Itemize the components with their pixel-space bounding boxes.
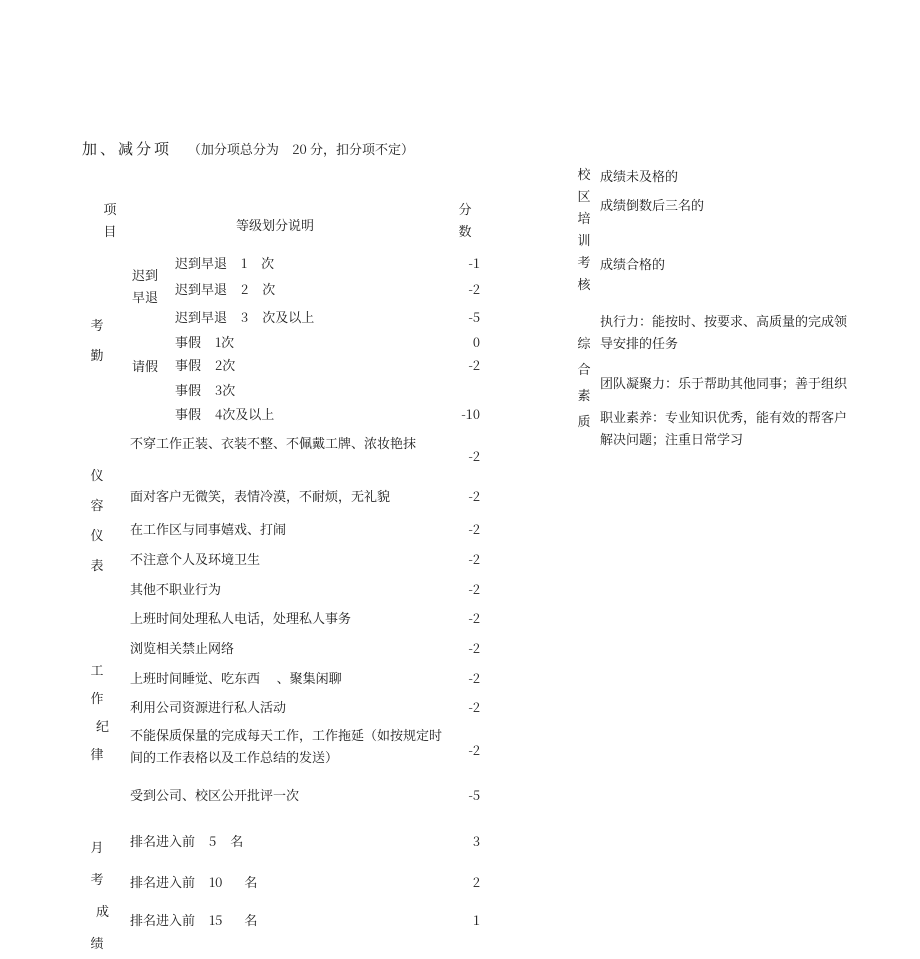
right-xq-2: 成绩倒数后三名的: [600, 194, 855, 216]
row-gz-1-score: -2: [440, 608, 480, 627]
header-score: 分 数: [455, 198, 475, 242]
right-xq-3: 成绩合格的: [600, 253, 855, 275]
title-line: 加、减分项 （加分项总分为 20 分，扣分项不定）: [82, 138, 414, 159]
row-yr-4-desc: 不注意个人及环境卫生: [130, 549, 450, 568]
document-page: 加、减分项 （加分项总分为 20 分，扣分项不定） 项 目 等级划分说明 分 数…: [0, 0, 920, 948]
row-gz-2-desc: 浏览相关禁止网络: [130, 638, 450, 657]
cat-gongzuo: 工作纪律: [88, 656, 106, 768]
row-gz-3-score: -2: [440, 668, 480, 687]
row-kq-5-desc: 事假2次: [175, 355, 455, 374]
row-kq-7-desc: 事假4次及以上: [175, 404, 455, 423]
title-sub-points: 20: [292, 139, 307, 158]
row-yr-1-score: -2: [440, 446, 480, 465]
sub-leave: 请假: [130, 355, 160, 377]
row-kq-2-score: -2: [440, 279, 480, 298]
sub-late: 迟到 早退: [130, 264, 160, 308]
title-sub: （加分项总分为 20 分，扣分项不定）: [188, 139, 414, 158]
row-gz-4-desc: 利用公司资源进行私人活动: [130, 697, 450, 716]
row-gz-1-desc: 上班时间处理私人电话，处理私人事务: [130, 608, 450, 627]
row-yr-5-score: -2: [440, 579, 480, 598]
header-desc: 等级划分说明: [190, 215, 360, 234]
right-zh-1: 执行力：能按时、按要求、高质量的完成领导安排的任务: [600, 310, 855, 354]
row-kq-7-score: -10: [440, 404, 480, 423]
cat-zonghe: 综 合 素 质: [575, 330, 593, 434]
row-yk-1-desc: 排名进入前5名: [130, 831, 450, 850]
row-gz-5-desc: 不能保质保量的完成每天工作，工作拖延（如按规定时间的工作表格以及工作总结的发送）: [130, 724, 450, 768]
row-gz-5-score: -2: [440, 740, 480, 759]
cat-yirong: 仪 容 仪 表: [88, 460, 106, 580]
row-yr-4-score: -2: [440, 549, 480, 568]
row-yk-2-desc: 排名进入前10名: [130, 872, 450, 891]
row-gz-2-score: -2: [440, 638, 480, 657]
right-xq-1: 成绩未及格的: [600, 165, 855, 187]
row-kq-3-desc: 迟到早退3次及以上: [175, 307, 455, 326]
row-kq-4-score: 0: [440, 332, 480, 351]
row-yr-2-desc: 面对客户无微笑，表情冷漠，不耐烦，无礼貌: [130, 486, 450, 505]
row-gz-6-desc: 受到公司、校区公开批评一次: [130, 785, 450, 804]
row-yr-5-desc: 其他不职业行为: [130, 579, 450, 598]
row-gz-3-desc: 上班时间睡觉、吃东西 、聚集闲聊: [130, 668, 450, 687]
row-kq-1-desc: 迟到早退1次: [175, 253, 455, 272]
header-project: 项 目: [100, 198, 120, 242]
right-zh-2: 团队凝聚力：乐于帮助其他同事；善于组织: [600, 372, 855, 394]
row-kq-3-score: -5: [440, 307, 480, 326]
row-kq-1-score: -1: [440, 253, 480, 272]
row-yr-3-score: -2: [440, 519, 480, 538]
title-main: 加、减分项: [82, 138, 172, 159]
title-sub-prefix: （加分项总分为: [188, 139, 279, 158]
row-kq-2-desc: 迟到早退2次: [175, 279, 455, 298]
row-kq-5-score: -2: [440, 355, 480, 374]
title-sub-unit: 分，扣分项不定）: [310, 139, 414, 158]
row-yk-1-score: 3: [440, 831, 480, 850]
row-yk-3-desc: 排名进入前15名: [130, 910, 450, 929]
row-yr-1-desc: 不穿工作正装、衣装不整、不佩戴工牌、浓妆艳抹: [130, 432, 450, 454]
row-yr-2-score: -2: [440, 486, 480, 505]
cat-yuekao: 月考成绩: [88, 831, 106, 959]
row-kq-4-desc: 事假1次: [175, 332, 455, 351]
row-gz-4-score: -2: [440, 697, 480, 716]
row-gz-6-score: -5: [440, 785, 480, 804]
row-yk-3-score: 1: [440, 910, 480, 929]
cat-kaoqin: 考 勤: [88, 310, 106, 370]
row-yr-3-desc: 在工作区与同事嬉戏、打闹: [130, 519, 450, 538]
right-zh-3: 职业素养：专业知识优秀，能有效的帮客户解决问题；注重日常学习: [600, 406, 855, 450]
cat-xiaoqu: 校 区 培 训 考 核: [575, 163, 593, 295]
row-kq-6-desc: 事假3次: [175, 380, 455, 399]
row-yk-2-score: 2: [440, 872, 480, 891]
